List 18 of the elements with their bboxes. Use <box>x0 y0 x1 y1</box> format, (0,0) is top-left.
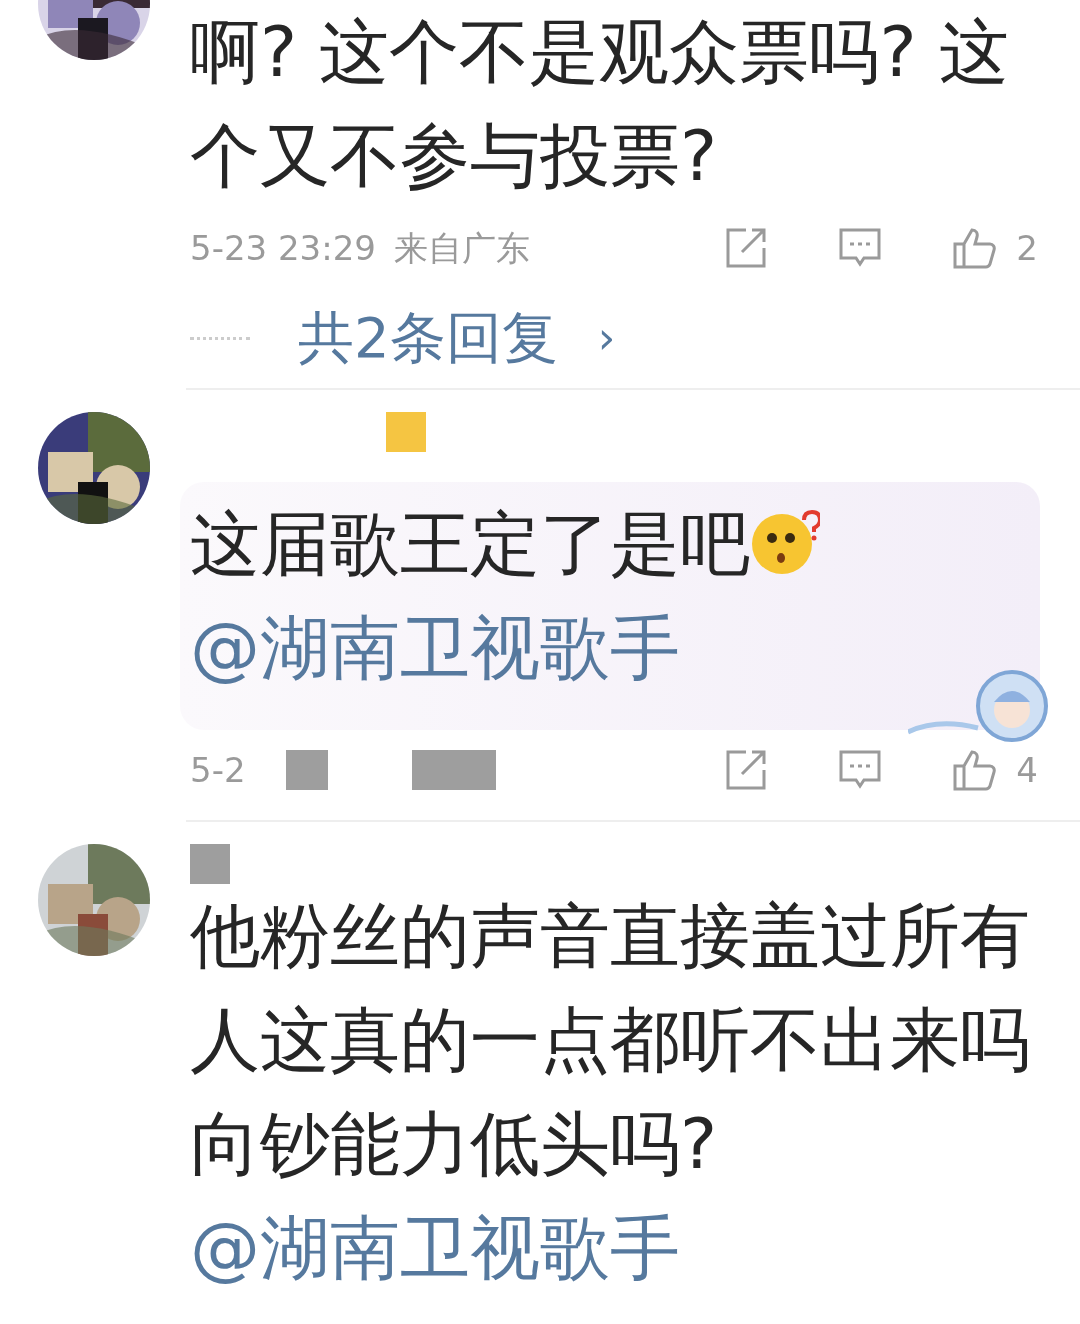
mention-link[interactable]: @湖南卫视歌手 <box>190 607 680 689</box>
mention-link[interactable]: @湖南卫视歌手 <box>190 1207 680 1289</box>
like-count: 2 <box>1016 226 1038 270</box>
comment-time: 5-23 23:29 <box>190 226 376 270</box>
replies-link[interactable]: 共2条回复 <box>298 296 558 380</box>
comment-text: 啊? 这个不是观众票吗? 这个又不参与投票? <box>190 10 1010 199</box>
comment-text: 他粉丝的声音直接盖过所有人这真的一点都听不出来吗向钞能力低头吗? @湖南卫视歌手 <box>190 894 1030 1291</box>
comment-text: 这届歌王定了是吧 @湖南卫视歌手 <box>190 492 1030 700</box>
like-count: 4 <box>1016 748 1038 792</box>
comment-time: 5-2 <box>190 748 246 792</box>
comment-icon[interactable] <box>838 227 883 269</box>
chevron-icon[interactable]: › <box>597 305 616 371</box>
share-icon[interactable] <box>724 226 769 270</box>
comment-icon[interactable] <box>838 749 883 791</box>
thumbs-up-icon[interactable] <box>952 226 999 270</box>
comment-location: 来自广东 <box>393 226 530 270</box>
share-icon[interactable] <box>724 748 769 792</box>
thumbs-up-icon[interactable] <box>952 748 999 792</box>
